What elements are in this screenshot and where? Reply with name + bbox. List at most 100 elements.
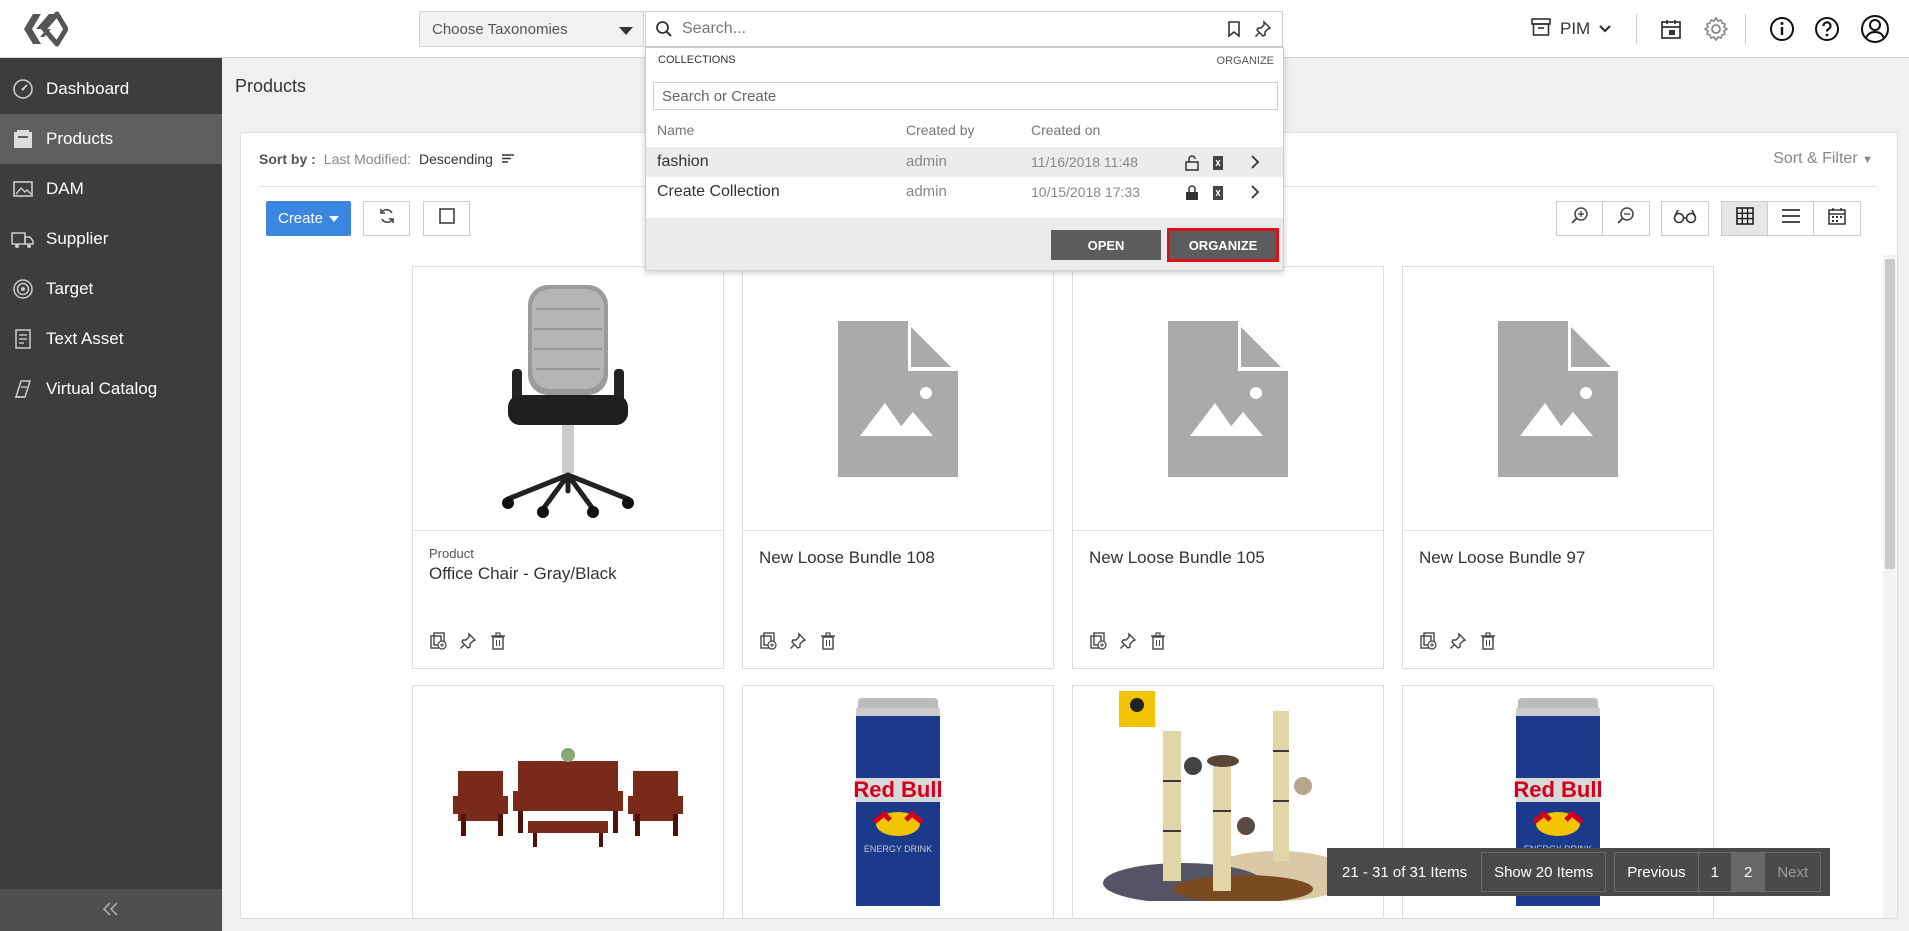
product-card[interactable]: Product Office Chair - Gray/Black — [412, 266, 724, 669]
product-card[interactable]: New Loose Bundle 105 — [1072, 266, 1384, 669]
collapse-sidebar-button[interactable] — [0, 889, 222, 931]
sidebar-item-label: Dashboard — [46, 79, 130, 98]
speedometer-icon — [10, 76, 36, 102]
next-page-button[interactable]: Next — [1765, 853, 1820, 891]
bookmark-icon[interactable] — [1226, 20, 1242, 43]
grid-view-button[interactable] — [1722, 202, 1768, 235]
list-view-button[interactable] — [1768, 202, 1814, 235]
page-size-button[interactable]: Show 20 Items — [1481, 852, 1607, 892]
add-to-collection-icon[interactable] — [759, 632, 777, 650]
user-avatar-icon[interactable] — [1859, 13, 1891, 45]
organize-button[interactable]: ORGANIZE — [1167, 228, 1279, 262]
zoom-in-button[interactable] — [1557, 202, 1603, 235]
collection-row[interactable]: fashion admin 11/16/2018 11:48 — [646, 147, 1283, 177]
sidebar-item-label: Virtual Catalog — [46, 379, 158, 398]
card-type: Product — [429, 546, 474, 561]
add-to-collection-icon[interactable] — [1089, 632, 1107, 650]
page-title: Products — [235, 76, 307, 96]
pin-icon[interactable] — [1449, 632, 1467, 650]
product-card[interactable]: Red Bull ENERGY DRINK — [742, 685, 1054, 918]
sidebar-item-text-asset[interactable]: Text Asset — [0, 314, 222, 364]
trash-icon[interactable] — [1149, 632, 1167, 650]
product-card[interactable] — [412, 685, 724, 918]
sort-by-label: Sort by : — [259, 151, 316, 167]
collections-heading: COLLECTIONS — [658, 54, 736, 66]
chevron-down-icon — [619, 27, 633, 35]
chevron-right-icon[interactable] — [1250, 155, 1260, 173]
collection-search-input[interactable] — [653, 82, 1278, 110]
unlock-icon[interactable] — [1185, 155, 1199, 175]
app-logo[interactable] — [22, 10, 69, 48]
refresh-button[interactable] — [363, 201, 410, 236]
sidebar-item-dam[interactable]: DAM — [0, 164, 222, 214]
product-card[interactable]: New Loose Bundle 97 — [1402, 266, 1714, 669]
collection-row[interactable]: Create Collection admin 10/15/2018 17:33 — [646, 177, 1283, 207]
delete-collection-icon[interactable] — [1212, 185, 1224, 205]
caret-down-icon — [329, 215, 340, 222]
sidebar-item-target[interactable]: Target — [0, 264, 222, 314]
card-actions — [759, 632, 837, 650]
search-input[interactable] — [682, 18, 1202, 40]
pin-icon[interactable] — [459, 632, 477, 650]
gear-icon[interactable] — [1700, 13, 1732, 45]
trash-icon[interactable] — [819, 632, 837, 650]
help-icon[interactable] — [1811, 13, 1843, 45]
collection-created-on: 11/16/2018 11:48 — [1031, 154, 1138, 170]
product-card[interactable]: New Loose Bundle 108 — [742, 266, 1054, 669]
list-icon — [1781, 208, 1801, 229]
create-button[interactable]: Create — [266, 201, 351, 236]
product-image-furniture — [413, 686, 723, 906]
image-icon — [10, 176, 36, 202]
collection-created-by: admin — [906, 183, 947, 200]
card-title[interactable]: New Loose Bundle 97 — [1419, 548, 1585, 568]
scrollbar-thumb[interactable] — [1885, 259, 1895, 569]
trash-icon[interactable] — [1479, 632, 1497, 650]
glasses-icon — [1673, 208, 1697, 229]
trash-icon[interactable] — [489, 632, 507, 650]
zoom-controls — [1556, 201, 1650, 236]
sidebar-item-supplier[interactable]: Supplier — [0, 214, 222, 264]
sort-field[interactable]: Last Modified: — [324, 151, 411, 167]
select-all-checkbox[interactable] — [423, 201, 470, 236]
lock-icon[interactable] — [1185, 185, 1199, 205]
taxonomy-select[interactable]: Choose Taxonomies — [419, 11, 644, 47]
card-title[interactable]: Office Chair - Gray/Black — [429, 564, 617, 584]
preview-button[interactable] — [1662, 202, 1708, 235]
sidebar-item-dashboard[interactable]: Dashboard — [0, 64, 222, 114]
chevron-right-icon[interactable] — [1250, 185, 1260, 203]
add-to-collection-icon[interactable] — [429, 632, 447, 650]
organize-link[interactable]: ORGANIZE — [1217, 55, 1274, 67]
sort-lines-icon[interactable] — [501, 151, 515, 167]
card-divider — [743, 530, 1053, 531]
workspace-switcher[interactable]: PIM — [1530, 15, 1612, 43]
page-button[interactable]: 1 — [1699, 853, 1732, 891]
pin-icon[interactable] — [1119, 632, 1137, 650]
item-range: 21 - 31 of 31 Items — [1342, 863, 1468, 881]
open-button[interactable]: OPEN — [1051, 230, 1161, 260]
collection-name: Create Collection — [657, 183, 780, 200]
sidebar-item-virtual-catalog[interactable]: Virtual Catalog — [0, 364, 222, 414]
add-to-collection-icon[interactable] — [1419, 632, 1437, 650]
sort-filter-toggle[interactable]: Sort & Filter ▼ — [1773, 150, 1873, 168]
target-icon — [10, 276, 36, 302]
toolbar-divider — [1745, 14, 1746, 44]
card-actions — [429, 632, 507, 650]
zoom-out-icon — [1616, 206, 1636, 231]
sort-order[interactable]: Descending — [419, 151, 493, 167]
delete-collection-icon[interactable] — [1212, 155, 1224, 175]
create-button-label: Create — [277, 210, 324, 227]
info-icon[interactable] — [1766, 13, 1798, 45]
current-page-button[interactable]: 2 — [1732, 853, 1766, 891]
calendar-view-button[interactable] — [1814, 202, 1860, 235]
product-image-red-bull-can: Red Bull ENERGY DRINK — [743, 686, 1053, 906]
previous-page-button[interactable]: Previous — [1615, 853, 1699, 891]
pin-icon[interactable] — [789, 632, 807, 650]
zoom-out-button[interactable] — [1603, 202, 1649, 235]
card-title[interactable]: New Loose Bundle 108 — [759, 548, 935, 568]
calendar-box-icon[interactable] — [1655, 13, 1687, 45]
placeholder-image-icon — [1403, 267, 1713, 530]
card-title[interactable]: New Loose Bundle 105 — [1089, 548, 1265, 568]
sidebar-item-products[interactable]: Products — [0, 114, 222, 164]
pin-icon[interactable] — [1254, 20, 1272, 43]
sidebar-item-label: Supplier — [46, 229, 109, 248]
